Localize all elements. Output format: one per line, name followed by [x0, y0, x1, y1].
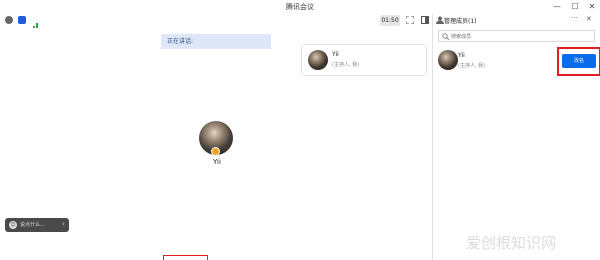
panel-header: 管理成员(1) ··· ✕ — [433, 14, 600, 27]
highlight-box-bottom — [163, 255, 208, 260]
search-input[interactable] — [451, 32, 591, 41]
highlight-box-rename: 改名 — [557, 47, 600, 76]
layout-icon[interactable] — [420, 15, 430, 26]
watermark: 爱创根知识网 — [466, 234, 557, 252]
panel-close-icon[interactable]: ✕ — [586, 15, 592, 23]
speaking-indicator: 正在讲话: — [161, 34, 271, 49]
participant-role: (主持人, 我) — [332, 62, 360, 68]
emoji-icon[interactable]: ☺ — [9, 221, 17, 229]
main-speaker-name: Yii — [213, 158, 221, 166]
shield-icon[interactable] — [18, 16, 26, 24]
meeting-timer: 01:50 — [380, 15, 400, 26]
participant-tile[interactable]: Yii (主持人, 我) — [301, 44, 427, 76]
user-icon — [436, 16, 444, 24]
window-title: 腾讯会议 — [286, 3, 314, 11]
participant-name: Yii — [332, 51, 339, 58]
rename-button[interactable]: 改名 — [562, 54, 596, 68]
chat-input-bar[interactable]: ☺ 说点什么... ‹ — [5, 218, 69, 232]
member-role: (主持人, 我) — [458, 63, 486, 69]
members-panel: 管理成员(1) ··· ✕ Yii (主持人, 我) 改名 — [433, 14, 600, 260]
title-bar: 腾讯会议 — ☐ ✕ — [0, 0, 600, 14]
signal-icon[interactable] — [30, 16, 39, 31]
microphone-icon — [211, 147, 220, 156]
info-icon[interactable] — [5, 16, 13, 24]
member-name: Yii — [458, 52, 465, 59]
close-button[interactable]: ✕ — [586, 1, 598, 13]
fullscreen-icon[interactable] — [405, 15, 415, 26]
chat-placeholder[interactable]: 说点什么... — [20, 221, 45, 228]
search-icon — [442, 32, 450, 41]
more-icon[interactable]: ··· — [571, 14, 578, 22]
member-search[interactable] — [438, 30, 595, 42]
minimize-button[interactable]: — — [551, 1, 563, 13]
maximize-button[interactable]: ☐ — [569, 1, 581, 13]
collapse-chevron-icon[interactable]: ‹ — [62, 220, 65, 228]
meeting-toolbar: 01:50 — [0, 14, 432, 31]
panel-title: 管理成员(1) — [444, 18, 477, 25]
avatar — [308, 50, 328, 70]
video-area: 正在讲话: Yii (主持人, 我) Yii ☺ 说点什么... ‹ — [0, 28, 432, 260]
member-avatar — [438, 50, 458, 70]
